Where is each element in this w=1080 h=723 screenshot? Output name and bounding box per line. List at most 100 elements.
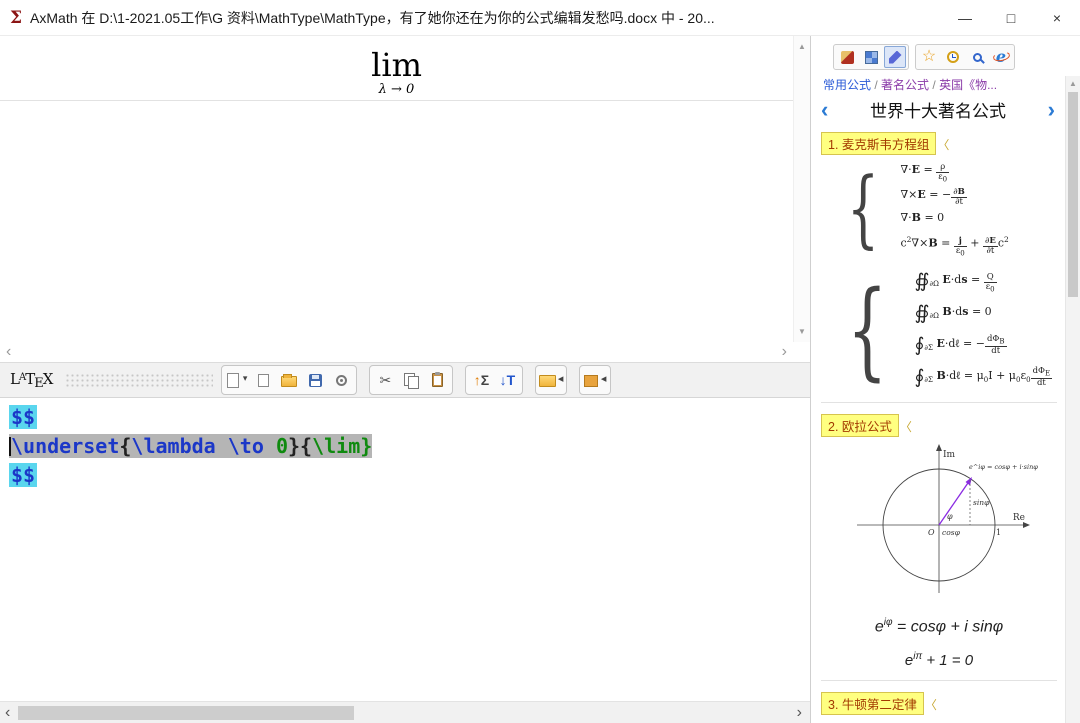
tab-3[interactable]: 英国《物... (939, 78, 997, 92)
recent-clock-button[interactable] (942, 46, 964, 68)
folder-back-icon (539, 374, 563, 386)
euler-unit-circle-diagram[interactable]: Im Re O 1 φ cosφ sinφ e^iφ = cosφ + i·si… (821, 441, 1057, 604)
scroll-right-icon[interactable]: › (782, 342, 787, 362)
get-formula-button[interactable]: ↓T (495, 368, 519, 392)
highlighter-button[interactable] (884, 46, 906, 68)
folder-open-icon (281, 376, 297, 387)
settings-button[interactable] (329, 368, 353, 392)
recent-clock-icon (947, 51, 959, 63)
next-page-button[interactable]: › (1048, 99, 1055, 121)
im-axis-label: Im (943, 450, 956, 460)
label-tail-icon: 〈 (937, 138, 949, 152)
origin-label: O (928, 528, 935, 537)
symbol-grid-icon (865, 51, 878, 64)
maxwell-integral-form[interactable]: { ∯∂Ω E·ds = Qε0∯∂Ω B·ds = 0∮∂Σ E·dℓ = −… (847, 266, 1057, 395)
favorites-star-icon (922, 48, 936, 66)
scroll-right-icon[interactable]: › (797, 702, 802, 723)
tab-separator: / (871, 78, 881, 92)
sin-label: sinφ (973, 498, 990, 507)
section-label[interactable]: 1. 麦克斯韦方程组 (821, 132, 936, 155)
panel-tabs: 常用公式 / 著名公式 / 英国《物... (811, 76, 1065, 93)
latex-source-editor[interactable]: $$\underset{\lambda \to 0}{\lim}$$ (0, 398, 810, 701)
brace-icon: { (847, 171, 879, 247)
section-maxwell: 1. 麦克斯韦方程组〈 { ∇·E = ρε0∇×E = −∂B∂t∇·B = … (821, 132, 1057, 394)
history-folder-button[interactable] (539, 368, 563, 392)
hscroll-thumb[interactable] (18, 706, 354, 720)
equation[interactable]: ∯∂Ω B·ds = 0 (914, 298, 1052, 330)
tab-2[interactable]: 著名公式 (881, 78, 929, 92)
equation[interactable]: c2∇×B = jε0 + ∂E∂tc2 (900, 229, 1008, 258)
search-magnifier-button[interactable] (966, 46, 988, 68)
window-title: AxMath 在 D:\1-2021.05工作\G 资料\MathType\Ma… (30, 8, 942, 28)
gear-icon (336, 375, 347, 386)
euler-identity[interactable]: eiπ + 1 = 0 (821, 647, 1057, 671)
euler-formula[interactable]: eiφ = cosφ + i sinφ (821, 613, 1057, 637)
web-globe-icon (996, 47, 1006, 67)
editor-line[interactable]: $$ (9, 461, 810, 490)
toolbar-group (535, 365, 567, 395)
panel-toolbar (811, 40, 1065, 74)
preview-vertical-scrollbar[interactable]: ▲ ▼ (793, 36, 810, 342)
format-brush-button[interactable] (836, 46, 858, 68)
open-file-button[interactable] (277, 368, 301, 392)
panel-vertical-scrollbar[interactable]: ▲ (1065, 76, 1080, 723)
page-dropdown-icon (227, 373, 247, 387)
section-euler: 2. 欧拉公式〈 Im Re (821, 402, 1057, 670)
section-newton: 3. 牛顿第二定律〈 F = ma (821, 680, 1057, 723)
floppy-icon (309, 374, 322, 387)
scroll-left-icon[interactable]: ‹ (5, 702, 10, 723)
tab-1[interactable]: 常用公式 (823, 78, 871, 92)
app-icon: Σ (10, 8, 22, 28)
clipboard-icon (432, 373, 443, 387)
editor-line[interactable]: $$ (9, 403, 810, 432)
cut-button[interactable] (373, 368, 397, 392)
symbol-library-button[interactable] (583, 368, 607, 392)
formula-limit-sub: λ → 0 (0, 82, 793, 97)
send-formula-button[interactable]: ↑Σ (469, 368, 493, 392)
symbol-grid-button[interactable] (860, 46, 882, 68)
scroll-up-icon[interactable]: ▲ (794, 42, 810, 51)
scroll-left-icon[interactable]: ‹ (6, 342, 11, 362)
save-button[interactable] (303, 368, 327, 392)
editor-line[interactable]: \underset{\lambda \to 0}{\lim} (9, 432, 810, 461)
preview-horizontal-scroll[interactable]: ‹ › (0, 342, 793, 362)
new-document-button[interactable] (251, 368, 275, 392)
send-formula-glyph: ↑ (474, 372, 481, 388)
editor-horizontal-scrollbar[interactable]: ‹ › (0, 701, 810, 723)
vscroll-thumb[interactable] (1068, 92, 1078, 297)
rendered-formula: lim λ → 0 (0, 48, 793, 97)
insert-template-button[interactable] (225, 368, 249, 392)
prev-page-button[interactable]: ‹ (821, 99, 828, 121)
equation[interactable]: ∮∂Σ B·dℓ = μ0I + μ0ε0dΦEdt (914, 362, 1052, 394)
get-formula-glyph: ↓ (500, 372, 507, 388)
section-label[interactable]: 3. 牛顿第二定律 (821, 692, 924, 715)
maxwell-differential-form[interactable]: { ∇·E = ρε0∇×E = −∂B∂t∇·B = 0c2∇×B = jε0… (847, 159, 1057, 258)
close-button[interactable]: × (1034, 0, 1080, 36)
copy-button[interactable] (399, 368, 423, 392)
equation[interactable]: ∯∂Ω E·ds = Qε0 (914, 266, 1052, 298)
copy-icon (404, 373, 418, 387)
format-brush-icon (841, 51, 854, 64)
toolbar-group (369, 365, 453, 395)
favorites-star-button[interactable] (918, 46, 940, 68)
minimize-button[interactable]: — (942, 0, 988, 36)
scroll-up-icon[interactable]: ▲ (1066, 79, 1080, 88)
equation[interactable]: ∇×E = −∂B∂t (900, 184, 1008, 207)
section-label[interactable]: 2. 欧拉公式 (821, 414, 899, 437)
get-formula-glyph: T (507, 372, 516, 388)
package-back-icon (584, 374, 606, 386)
label-tail-icon: 〈 (900, 420, 912, 434)
paste-button[interactable] (425, 368, 449, 392)
equation[interactable]: ∇·E = ρε0 (900, 159, 1008, 184)
latex-toolbar: LATEX ↑Σ↓T (0, 362, 810, 398)
equation[interactable]: ∮∂Σ E·dℓ = −dΦBdt (914, 330, 1052, 362)
phi-label: φ (947, 512, 953, 521)
equation[interactable]: ∇·B = 0 (900, 207, 1008, 229)
euler-annotation: e^iφ = cosφ + i·sinφ (969, 463, 1038, 471)
tab-separator: / (929, 78, 939, 92)
maximize-button[interactable]: □ (988, 0, 1034, 36)
scroll-down-icon[interactable]: ▼ (794, 327, 810, 336)
brace-icon: { (847, 282, 887, 377)
web-globe-button[interactable] (990, 46, 1012, 68)
formula-lim: lim (0, 48, 793, 82)
